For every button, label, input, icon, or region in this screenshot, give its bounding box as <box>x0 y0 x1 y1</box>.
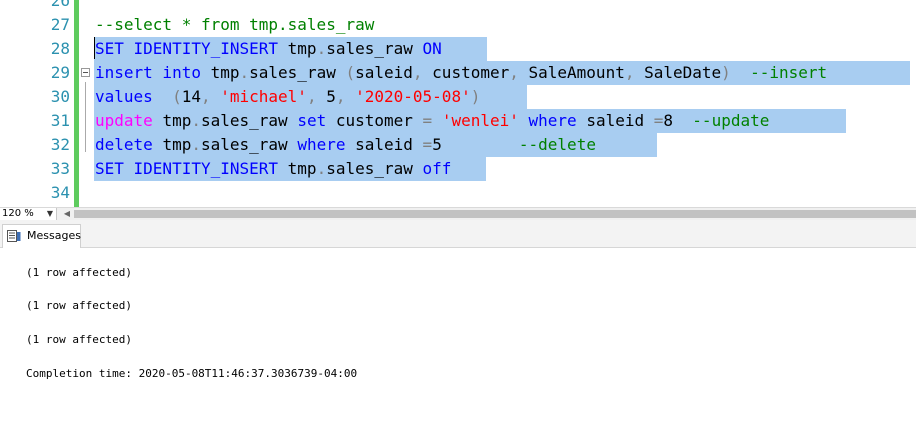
code-token: sales_raw <box>326 39 423 58</box>
line-number: 34 <box>50 183 70 202</box>
change-tracking-bar <box>74 0 79 207</box>
code-token: , <box>624 63 645 82</box>
editor-horizontal-scrollbar[interactable]: 120 % ▼ ◀ <box>0 207 916 220</box>
code-token: saleid <box>355 63 413 82</box>
message-line: (1 row affected) <box>26 299 132 312</box>
code-token: ) <box>721 63 751 82</box>
code-token: values <box>95 87 173 106</box>
code-token: . <box>191 135 201 154</box>
text-caret <box>94 37 95 59</box>
message-line: (1 row affected) <box>26 266 132 279</box>
code-token: SET IDENTITY_INSERT <box>95 39 288 58</box>
line-number-gutter: 26 27 28 29 30 31 32 33 34 <box>0 0 73 207</box>
scrollbar-thumb[interactable] <box>74 210 916 218</box>
line-number: 32 <box>50 135 70 154</box>
code-token: SET IDENTITY_INSERT <box>95 159 288 178</box>
code-token: 8 <box>663 111 693 130</box>
code-token: tmp <box>162 135 192 154</box>
messages-icon <box>7 230 21 242</box>
code-token: = <box>422 111 442 130</box>
code-token: 5 <box>326 87 336 106</box>
completion-time-message: Completion time: 2020-05-08T11:46:37.303… <box>26 367 358 380</box>
code-token: , <box>306 87 327 106</box>
code-line[interactable]: --select * from tmp.sales_raw <box>95 13 374 37</box>
code-token: , <box>335 87 356 106</box>
query-editor[interactable]: 26 27 28 29 30 31 32 33 34 --select * from tmp.s… <box>0 0 916 207</box>
code-token: ( <box>345 63 356 82</box>
code-token: 'michael' <box>220 87 307 106</box>
code-token: where <box>528 111 587 130</box>
code-token: , <box>200 87 221 106</box>
code-token: where <box>297 135 356 154</box>
code-token: ( <box>172 87 182 106</box>
line-number: 27 <box>50 15 70 34</box>
code-token: tmp <box>162 111 192 130</box>
code-token: , <box>412 63 433 82</box>
code-token: = <box>422 135 433 154</box>
code-token: saleid <box>355 135 423 154</box>
code-token: tmp <box>210 63 240 82</box>
code-token: 14 <box>181 87 201 106</box>
code-token: . <box>191 111 201 130</box>
code-token: = <box>653 111 664 130</box>
code-token: tmp <box>287 39 317 58</box>
code-token: , <box>509 63 529 82</box>
zoom-dropdown[interactable]: 120 % ▼ <box>0 208 57 220</box>
line-number: 31 <box>50 111 70 130</box>
messages-pane[interactable]: (1 row affected) (1 row affected) (1 row… <box>0 248 916 430</box>
dropdown-arrow-icon: ▼ <box>46 209 53 218</box>
code-token: --delete <box>518 135 596 154</box>
outline-margin <box>80 0 92 207</box>
code-token: SaleAmount <box>528 63 625 82</box>
code-token: SaleDate <box>644 63 722 82</box>
line-number: 28 <box>50 39 70 58</box>
message-line: (1 row affected) <box>26 333 132 346</box>
code-token: --insert <box>750 63 828 82</box>
code-token: customer <box>432 63 510 82</box>
line-number: 29 <box>50 63 70 82</box>
code-token: 5 <box>432 135 519 154</box>
code-token: off <box>422 159 452 178</box>
line-number: 33 <box>50 159 70 178</box>
code-token: '2020-05-08' <box>355 87 471 106</box>
code-token: sales_raw <box>200 111 298 130</box>
code-token: saleid <box>586 111 654 130</box>
code-token: --select * from tmp.sales_raw <box>95 15 375 34</box>
code-line[interactable]: insert into tmp.sales_raw (saleid, custo… <box>95 61 827 85</box>
collapse-toggle-icon[interactable] <box>81 68 90 77</box>
code-token: ) <box>470 87 481 106</box>
line-number: 30 <box>50 87 70 106</box>
code-token: sales_raw <box>200 135 298 154</box>
code-line[interactable]: SET IDENTITY_INSERT tmp.sales_raw ON <box>95 37 442 61</box>
code-token: ON <box>422 39 442 58</box>
code-token: set <box>297 111 336 130</box>
code-line[interactable]: delete tmp.sales_raw where saleid =5 --d… <box>95 133 596 157</box>
code-token: . <box>316 159 327 178</box>
code-line[interactable]: SET IDENTITY_INSERT tmp.sales_raw off <box>95 157 451 181</box>
line-number: 26 <box>50 0 70 10</box>
tab-messages[interactable]: Messages <box>2 224 81 248</box>
code-token: sales_raw <box>249 63 346 82</box>
code-token: 'wenlei' <box>441 111 529 130</box>
results-tab-bar: Messages <box>0 220 916 248</box>
zoom-level: 120 % <box>2 208 34 219</box>
scroll-left-arrow-icon[interactable]: ◀ <box>62 208 72 220</box>
code-token: delete <box>95 135 163 154</box>
code-token: --update <box>692 111 770 130</box>
code-line[interactable]: values (14, 'michael', 5, '2020-05-08') <box>95 85 480 109</box>
code-token: tmp <box>287 159 317 178</box>
code-token: customer <box>335 111 423 130</box>
code-token: . <box>239 63 250 82</box>
outline-line <box>85 82 86 152</box>
code-token: sales_raw <box>326 159 423 178</box>
code-token: insert into <box>95 63 211 82</box>
code-token: . <box>316 39 327 58</box>
tab-messages-label: Messages <box>27 229 81 242</box>
code-token: update <box>95 111 163 130</box>
code-line[interactable]: update tmp.sales_raw set customer = 'wen… <box>95 109 769 133</box>
